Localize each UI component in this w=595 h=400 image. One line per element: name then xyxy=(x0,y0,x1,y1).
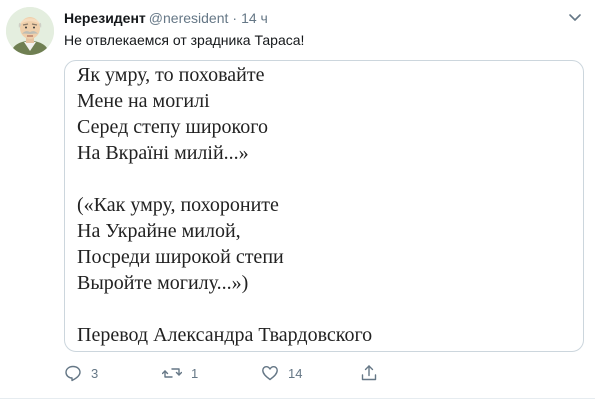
tweet[interactable]: Нерезидент @neresident · 14 ч Не отвлекаемс… xyxy=(0,0,595,400)
poem-line: («Как умру, похороните xyxy=(77,194,279,216)
poem-line-gap xyxy=(77,296,372,322)
poem-line: Як умру, то поховайте xyxy=(77,64,265,86)
display-name[interactable]: Нерезидент xyxy=(64,10,146,26)
tweet-divider xyxy=(0,398,595,399)
retweet-button[interactable]: 1 xyxy=(162,363,198,383)
tweet-timestamp[interactable]: 14 ч xyxy=(241,10,268,26)
share-icon xyxy=(360,364,378,382)
reply-count: 3 xyxy=(91,365,99,381)
retweet-count: 1 xyxy=(191,365,199,381)
attached-image[interactable]: Як умру, то поховайте Мене на могилі Сер… xyxy=(64,60,584,352)
reply-button[interactable]: 3 xyxy=(64,363,98,383)
poem-line: На Вкраїні милій...» xyxy=(77,142,249,164)
like-count: 14 xyxy=(288,365,303,381)
poem-line: Мене на могилі xyxy=(77,90,210,112)
poem-text: Як умру, то поховайте Мене на могилі Сер… xyxy=(77,62,372,348)
tweet-actions: 3 1 14 xyxy=(64,363,424,383)
reply-icon xyxy=(64,364,82,382)
poem-line: Серед степу широкого xyxy=(77,116,268,138)
poem-line: На Украйне милой, xyxy=(77,220,241,242)
chevron-down-icon[interactable] xyxy=(566,11,584,25)
tweet-header: Нерезидент @neresident · 14 ч xyxy=(64,9,268,27)
poem-line: Выройте могилу...») xyxy=(77,272,249,294)
poem-line-gap xyxy=(77,166,372,192)
avatar[interactable] xyxy=(6,7,54,55)
avatar-image xyxy=(6,7,54,55)
like-button[interactable]: 14 xyxy=(261,363,302,383)
separator-dot: · xyxy=(232,10,238,26)
poem-credit: Перевод Александра Твардовского xyxy=(77,324,373,346)
tweet-text: Не отвлекаемся от зрадника Тараса! xyxy=(64,32,305,48)
heart-icon xyxy=(261,364,279,382)
retweet-icon xyxy=(162,364,182,382)
poem-line: Посреди широкой степи xyxy=(77,246,284,268)
share-button[interactable] xyxy=(360,363,378,383)
user-handle[interactable]: @neresident xyxy=(149,10,229,26)
